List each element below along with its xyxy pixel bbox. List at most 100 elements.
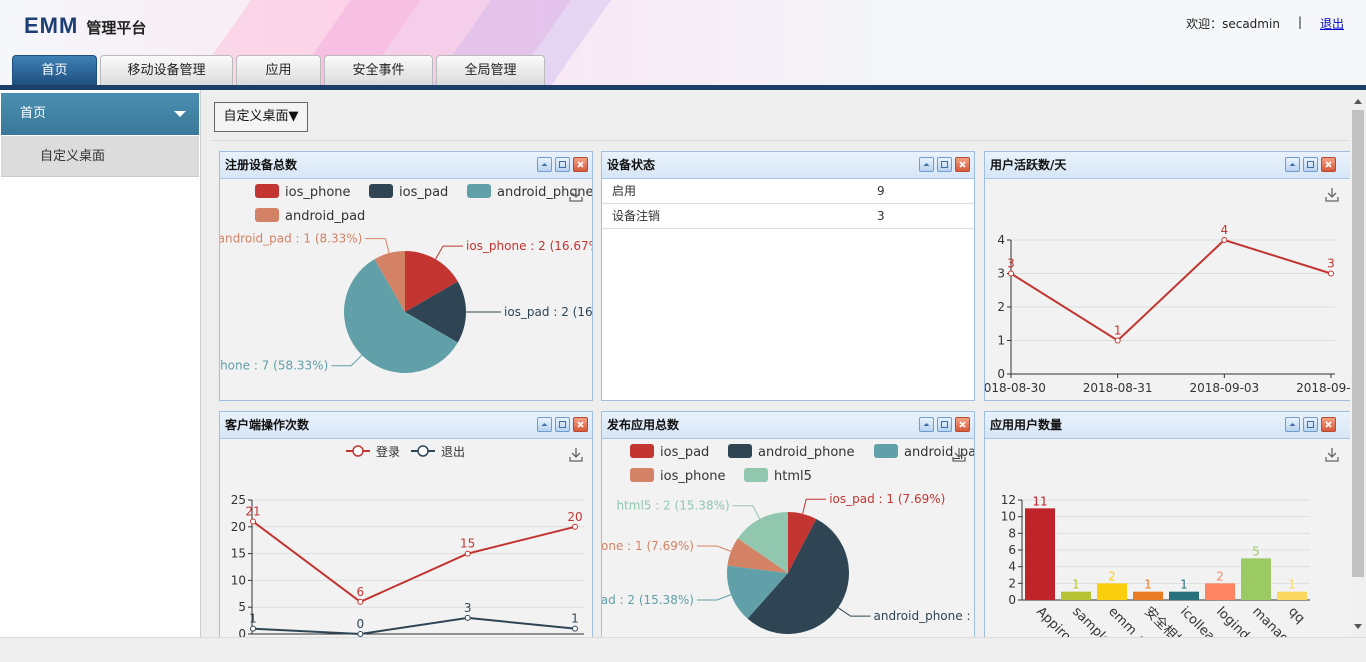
status-label: 启用: [612, 184, 637, 198]
legend-swatch: [874, 444, 898, 458]
maximize-icon[interactable]: [1303, 157, 1318, 172]
download-icon[interactable]: [1325, 448, 1339, 462]
logout-link[interactable]: 退出: [1320, 15, 1344, 32]
pie-label-line: [696, 545, 732, 552]
y-tick-label: 12: [1001, 493, 1016, 507]
scroll-down-icon[interactable]: [1354, 624, 1362, 629]
close-icon[interactable]: [573, 417, 588, 432]
status-label: 设备注销: [612, 209, 661, 223]
sidebar-item-custom-desktop[interactable]: 自定义桌面: [1, 136, 199, 177]
pie-label: android_pad : 2 (15.38%): [602, 593, 694, 607]
pie-label: ios_pad : 2 (16.67%): [504, 305, 592, 319]
legend-label: 登录: [376, 444, 400, 459]
tab-home[interactable]: 首页: [12, 55, 97, 85]
bar: [1025, 508, 1055, 600]
pie-label-line: [837, 607, 871, 617]
main-tabs: 首页 移动设备管理 应用 安全事件 全局管理: [12, 55, 545, 85]
data-label: 3: [464, 601, 472, 615]
panel-title-bar: 设备状态: [602, 152, 974, 179]
pie-label: android_phone : 7: [874, 609, 974, 623]
status-table: 启用 9 设备注销 3: [602, 179, 974, 400]
legend-swatch: [467, 184, 491, 198]
legend-marker: [417, 445, 429, 457]
legend-swatch: [369, 184, 393, 198]
data-point: [1328, 270, 1334, 277]
series-line: [252, 616, 576, 636]
data-label: 0: [357, 617, 365, 631]
footer: [0, 637, 1366, 662]
caret-down-icon: [174, 111, 186, 117]
x-tick-label: 2018-08-31: [1083, 381, 1153, 395]
data-point: [1221, 237, 1228, 243]
logo-subtitle: 管理平台: [86, 19, 147, 37]
y-tick-label: 6: [1008, 543, 1016, 557]
panel-title: 注册设备总数: [225, 158, 298, 172]
app-users-bar-chart: 024681012 11Appirom1sample2emm_sh1安全相机1ic…: [1001, 448, 1339, 637]
pie-label: ios_phone : 2 (16.67%): [466, 239, 592, 253]
download-icon[interactable]: [1325, 188, 1339, 202]
data-point: [250, 625, 256, 632]
panel-title-bar: 客户端操作次数: [220, 412, 592, 439]
maximize-icon[interactable]: [555, 157, 570, 172]
panel-title: 用户活跃数/天: [990, 158, 1067, 172]
collapse-icon[interactable]: [1285, 417, 1300, 432]
custom-desktop-button[interactable]: 自定义桌面▼: [214, 102, 308, 132]
panel-registered-devices: 注册设备总数 ios_phone ios_pad android_phone andr…: [219, 151, 593, 401]
legend-label: android_pad: [285, 209, 365, 224]
chart-area: 012342018-08-302018-08-312018-09-032018-…: [985, 179, 1350, 400]
bar-label: 5: [1252, 544, 1260, 558]
sidebar-section-home[interactable]: 首页: [1, 93, 199, 135]
maximize-icon[interactable]: [937, 157, 952, 172]
close-icon[interactable]: [1321, 417, 1336, 432]
maximize-icon[interactable]: [937, 417, 952, 432]
legend-label: android_phone: [758, 445, 855, 460]
registered-devices-pie-chart: ios_phone ios_pad android_phone android_pad…: [220, 184, 592, 373]
collapse-icon[interactable]: [919, 417, 934, 432]
panel-title-bar: 应用用户数量: [985, 412, 1350, 439]
scroll-thumb[interactable]: [1352, 110, 1364, 577]
close-icon[interactable]: [955, 157, 970, 172]
panel-tools: [1285, 157, 1336, 172]
y-tick-label: 20: [231, 520, 246, 534]
legend-label: android_phone: [497, 185, 592, 200]
maximize-icon[interactable]: [1303, 417, 1318, 432]
y-tick-label: 10: [1001, 510, 1016, 524]
data-point: [250, 518, 256, 525]
published-apps-pie-chart: ios_pad android_phone android_pad ios_phone…: [602, 444, 974, 634]
tab-apps[interactable]: 应用: [236, 55, 321, 85]
legend-swatch: [728, 444, 752, 458]
tab-global-management[interactable]: 全局管理: [436, 55, 545, 85]
logo-text: EMM: [24, 13, 79, 38]
sidebar-section-label: 首页: [20, 106, 47, 121]
close-icon[interactable]: [955, 417, 970, 432]
data-label: 20: [567, 510, 582, 524]
bar: [1133, 591, 1163, 600]
pie-label-line: [732, 505, 761, 520]
pie-label-line: [802, 498, 827, 514]
collapse-icon[interactable]: [1285, 157, 1300, 172]
pie-label-line: [365, 238, 390, 254]
panel-title-bar: 发布应用总数: [602, 412, 974, 439]
x-tick-label: 2018-08-30: [985, 381, 1046, 395]
close-icon[interactable]: [573, 157, 588, 172]
tab-device-management[interactable]: 移动设备管理: [100, 55, 233, 85]
y-tick-label: 15: [231, 547, 246, 561]
welcome-text: 欢迎：secadmin: [1186, 17, 1280, 31]
data-label: 21: [245, 504, 260, 518]
collapse-icon[interactable]: [537, 417, 552, 432]
chart-area: ios_pad android_phone android_pad ios_phone…: [602, 439, 974, 637]
maximize-icon[interactable]: [555, 417, 570, 432]
collapse-icon[interactable]: [537, 157, 552, 172]
download-icon[interactable]: [569, 448, 583, 462]
scroll-up-icon[interactable]: [1354, 99, 1362, 104]
vertical-scrollbar[interactable]: [1350, 90, 1366, 637]
legend-swatch: [255, 208, 279, 222]
panel-tools: [537, 417, 588, 432]
collapse-icon[interactable]: [919, 157, 934, 172]
bar-label: 11: [1032, 494, 1047, 508]
bar: [1205, 583, 1235, 600]
tab-security-events[interactable]: 安全事件: [324, 55, 433, 85]
close-icon[interactable]: [1321, 157, 1336, 172]
x-tick-label: 2018-09-04: [1296, 381, 1350, 395]
series-line: [252, 520, 576, 603]
